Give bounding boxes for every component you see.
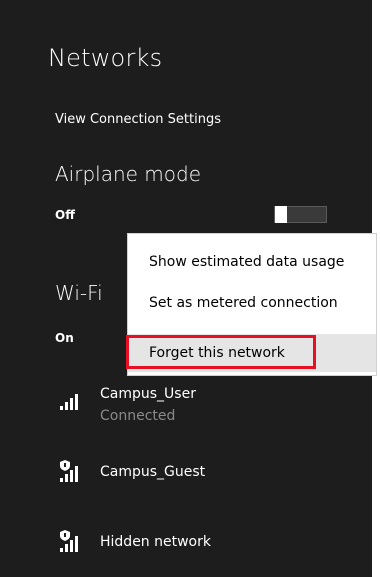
wifi-label: Wi-Fi (55, 281, 103, 305)
shield-icon (60, 530, 70, 541)
wifi-secured-signal-icon (60, 460, 84, 482)
network-name: Campus_User (100, 386, 196, 402)
network-name: Hidden network (100, 534, 211, 550)
toggle-thumb (275, 206, 287, 223)
shield-icon (60, 460, 70, 471)
menu-item-forget-this-network[interactable]: Forget this network (128, 334, 376, 372)
panel-title: Networks (48, 44, 163, 72)
wifi-status: On (55, 331, 74, 345)
airplane-mode-status: Off (55, 208, 75, 222)
network-item-hidden-network[interactable]: Hidden network (0, 522, 372, 577)
menu-item-label: Forget this network (149, 345, 285, 361)
network-name: Campus_Guest (100, 464, 206, 480)
menu-item-set-as-metered-connection[interactable]: Set as metered connection (128, 284, 376, 322)
wifi-secured-signal-icon (60, 530, 84, 552)
view-connection-settings-link[interactable]: View Connection Settings (55, 112, 221, 127)
airplane-mode-label: Airplane mode (55, 162, 202, 186)
airplane-mode-toggle[interactable] (274, 206, 327, 223)
menu-item-label: Set as metered connection (149, 295, 338, 311)
network-status: Connected (100, 408, 176, 424)
network-item-campus-guest[interactable]: Campus_Guest (0, 452, 372, 508)
menu-item-show-estimated-data-usage[interactable]: Show estimated data usage (128, 243, 376, 281)
menu-item-label: Show estimated data usage (149, 254, 345, 270)
network-item-campus-user[interactable]: Campus_User Connected (0, 380, 372, 436)
wifi-signal-icon (60, 392, 84, 410)
context-menu: Show estimated data usage Set as metered… (127, 233, 377, 376)
